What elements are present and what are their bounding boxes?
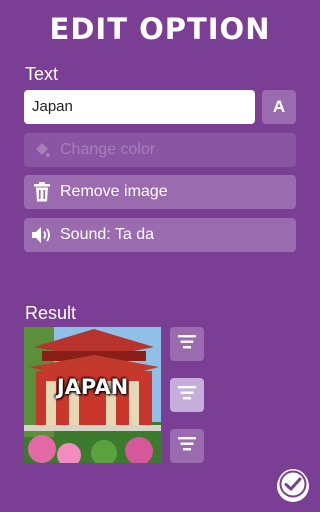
align-top-button[interactable]: [170, 327, 204, 361]
change-color-button: Change color: [24, 133, 296, 167]
align-bottom-button[interactable]: [170, 429, 204, 463]
result-image: JAPAN: [24, 327, 161, 463]
remove-image-button[interactable]: Remove image: [24, 175, 296, 209]
align-top-icon: [178, 334, 196, 354]
result-label: Result: [25, 303, 77, 323]
image-caption: JAPAN: [56, 375, 129, 399]
text-label: Text: [25, 64, 59, 84]
font-style-button[interactable]: A: [262, 90, 296, 124]
remove-image-label: Remove image: [60, 183, 168, 200]
sound-button[interactable]: Sound: Ta da: [24, 218, 296, 252]
option-text-input[interactable]: Japan: [24, 90, 255, 124]
confirm-button[interactable]: [277, 468, 309, 505]
speaker-icon: [24, 226, 60, 244]
page-title: EDIT OPTION: [49, 12, 271, 46]
sound-label: Sound: Ta da: [60, 226, 155, 243]
paint-bucket-icon: [24, 141, 60, 159]
change-color-label: Change color: [60, 141, 156, 158]
align-middle-icon: [178, 385, 196, 405]
checkmark-icon: [277, 468, 309, 505]
trash-icon: [24, 182, 60, 202]
align-bottom-icon: [178, 436, 196, 456]
align-middle-button[interactable]: [170, 378, 204, 412]
